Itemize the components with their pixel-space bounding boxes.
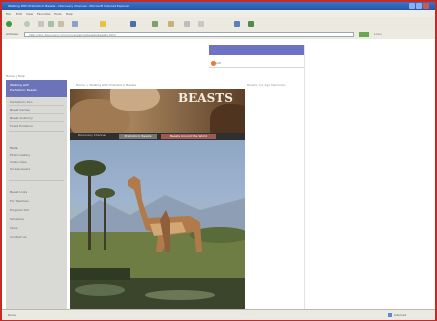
web-page: Search Home | Help Walking with Prehisto… — [2, 39, 435, 313]
top-links[interactable]: Home | Help — [6, 74, 25, 78]
banner-title: BEASTS — [178, 91, 233, 105]
site-search[interactable]: Search — [209, 59, 304, 68]
status-text: Done — [8, 313, 16, 317]
menu-view[interactable]: View — [26, 12, 33, 16]
sidebar-nav: Walking with Prehistoric Beasts Prehisto… — [6, 80, 67, 310]
sidebar-item[interactable]: Beast Links — [10, 190, 27, 194]
reflection — [75, 284, 125, 296]
related-link[interactable]: Beasts: Ice Age Mammals — [247, 83, 286, 87]
sidebar-item[interactable]: Program Info — [10, 208, 29, 212]
tab-beasts-around-world[interactable]: Beasts Around the World — [161, 134, 216, 139]
sidebar-divider — [9, 105, 64, 106]
go-button[interactable] — [359, 32, 369, 37]
links-label[interactable]: Links — [374, 32, 382, 36]
sidebar-item[interactable]: Shop — [10, 226, 18, 230]
discuss-icon[interactable] — [234, 21, 240, 27]
banner-rock — [110, 89, 160, 111]
sidebar-item[interactable]: Photo Gallery — [10, 153, 30, 157]
tab-prehistoric-beasts[interactable]: Prehistoric Beasts — [119, 134, 157, 139]
prehistoric-scene — [70, 160, 245, 313]
menu-tools[interactable]: Tools — [54, 12, 61, 16]
address-url: http://dsc.discovery.com/convergence/bea… — [29, 33, 116, 37]
maximize-button[interactable] — [416, 3, 422, 9]
minimize-button[interactable] — [409, 3, 415, 9]
header-bar — [209, 45, 304, 55]
sidebar-item[interactable]: For Teachers — [10, 199, 29, 203]
favorites-icon[interactable] — [100, 21, 106, 27]
sidebar-divider — [9, 121, 64, 122]
palm-leaves — [74, 160, 106, 176]
sidebar-item[interactable]: Fossil Evidence — [10, 124, 33, 128]
reflection — [145, 290, 215, 300]
menu-file[interactable]: File — [6, 12, 11, 16]
banner-subtitle: Discovery Channel — [78, 133, 107, 137]
sidebar-divider — [9, 180, 64, 181]
window-title: Walking With Prehistoric Beasts - Discov… — [8, 4, 130, 8]
sidebar-item[interactable]: Video Clips — [10, 160, 27, 164]
palm-leaves — [95, 188, 115, 198]
toolbar — [2, 17, 435, 31]
home-icon[interactable] — [58, 21, 64, 27]
forward-icon[interactable] — [24, 21, 30, 27]
back-icon[interactable] — [6, 21, 12, 27]
palm-trunk — [88, 170, 91, 250]
address-label: Address — [6, 32, 18, 36]
print-icon[interactable] — [184, 21, 190, 27]
refresh-icon[interactable] — [48, 21, 54, 27]
sidebar-item[interactable]: Prehistoric Zoo — [10, 100, 32, 104]
beasts-banner[interactable]: BEASTS — [70, 89, 245, 133]
internet-zone-icon — [388, 313, 392, 317]
reeds — [70, 268, 130, 280]
sidebar-item[interactable]: Beast Games — [10, 108, 30, 112]
sidebar-item[interactable]: Beast Anatomy — [10, 116, 33, 120]
history-icon[interactable] — [152, 21, 158, 27]
media-icon[interactable] — [130, 21, 136, 27]
stop-icon[interactable] — [38, 21, 44, 27]
search-go-icon[interactable] — [211, 61, 216, 66]
status-bar: Done Internet — [2, 309, 435, 320]
menu-favorites[interactable]: Favorites — [37, 12, 51, 16]
sidebar-header-line2: Prehistoric Beasts — [10, 88, 37, 92]
sidebar-divider — [9, 113, 64, 114]
sidebar-header-line1: Walking with — [10, 83, 30, 87]
sidebar-item[interactable]: Schedule — [10, 217, 24, 221]
sidebar-section-title: Tools — [10, 146, 18, 150]
sidebar-header[interactable]: Walking with Prehistoric Beasts — [6, 80, 67, 97]
title-bar: Walking With Prehistoric Beasts - Discov… — [2, 2, 435, 10]
menu-bar: File Edit View Favorites Tools Help — [2, 10, 435, 17]
hero-image[interactable] — [70, 140, 245, 313]
breadcrumb[interactable]: Home > Walking with Prehistoric Beasts — [76, 83, 136, 87]
content-divider — [304, 45, 305, 310]
banner-rock — [210, 104, 245, 133]
mail-icon[interactable] — [168, 21, 174, 27]
menu-edit[interactable]: Edit — [16, 12, 22, 16]
sidebar-divider — [9, 131, 64, 132]
palm-trunk — [104, 195, 106, 250]
menu-help[interactable]: Help — [66, 12, 73, 16]
security-zone: Internet — [394, 313, 406, 317]
messenger-icon[interactable] — [248, 21, 254, 27]
sidebar-item[interactable]: Contact Us — [10, 235, 26, 239]
close-button[interactable] — [423, 3, 429, 9]
edit-icon[interactable] — [198, 21, 204, 27]
address-input[interactable]: http://dsc.discovery.com/convergence/bea… — [24, 32, 354, 37]
sidebar-item[interactable]: Screensavers — [10, 167, 30, 171]
search-icon[interactable] — [72, 21, 78, 27]
